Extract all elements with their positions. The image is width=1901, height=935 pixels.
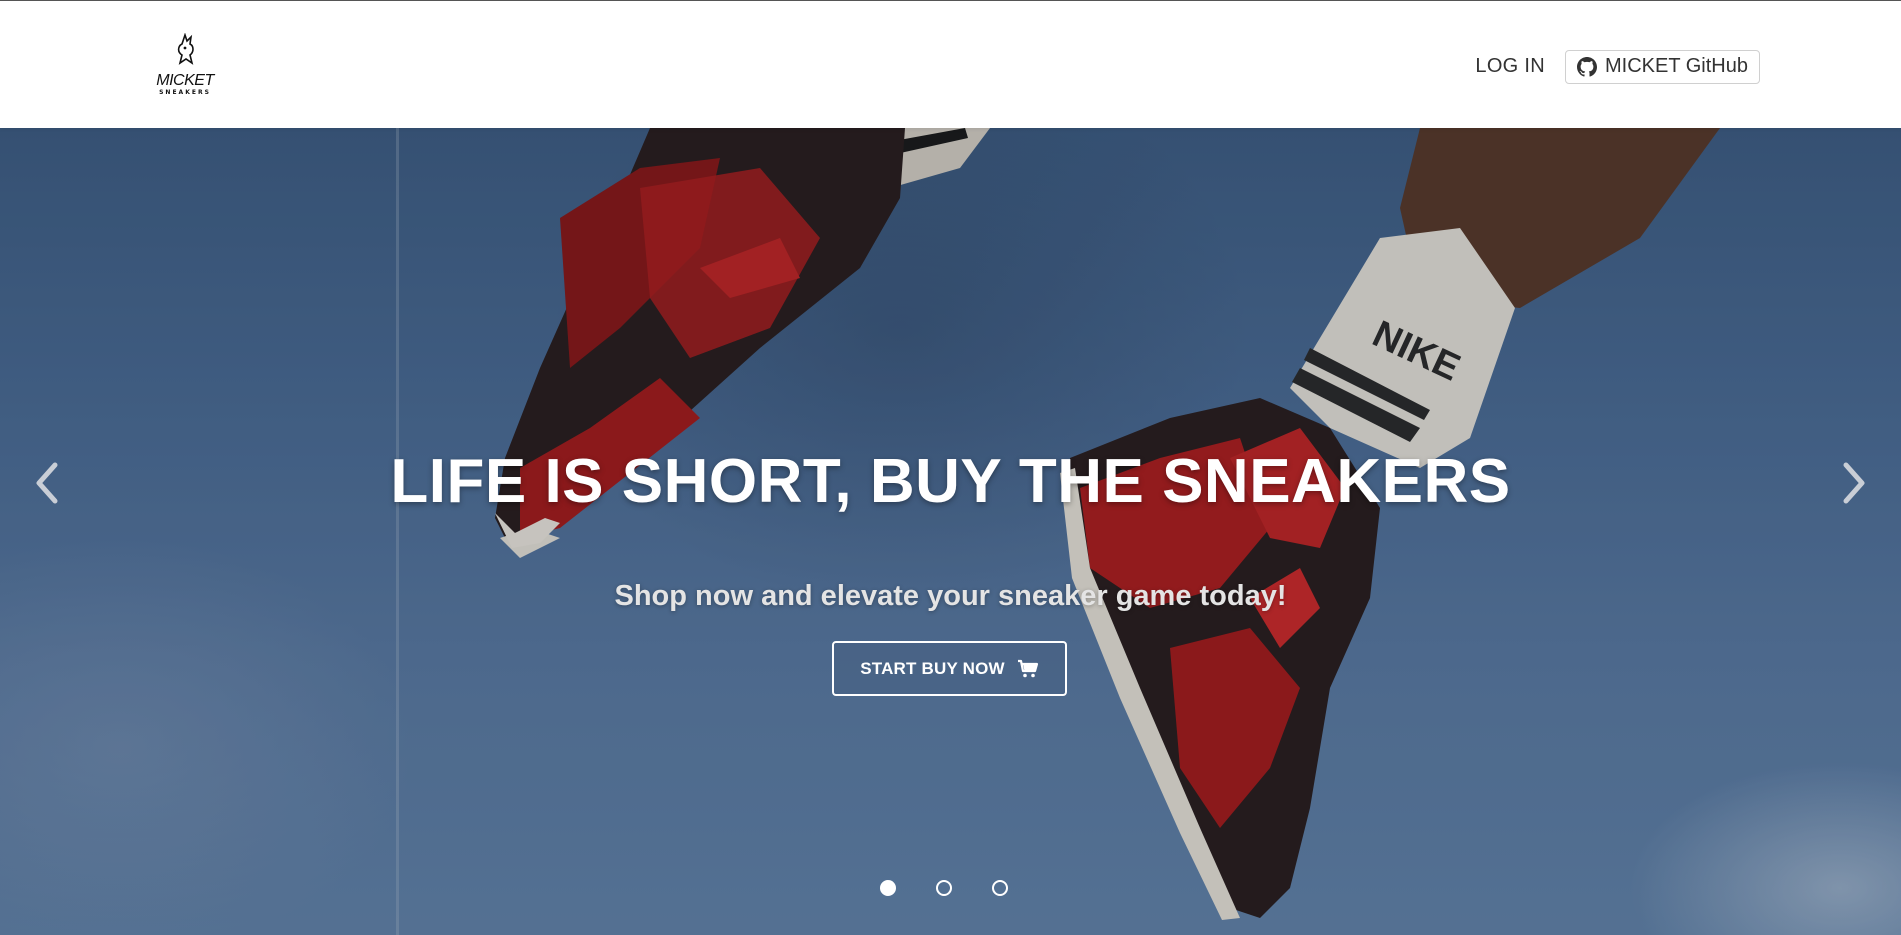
navbar: MICKET SNEAKERS LOG IN MICKET GitHub bbox=[0, 0, 1901, 128]
shopping-cart-icon bbox=[1017, 659, 1038, 677]
github-button[interactable]: MICKET GitHub bbox=[1565, 49, 1760, 84]
start-buy-now-button[interactable]: START BUY NOW bbox=[832, 641, 1067, 696]
carousel-indicators bbox=[880, 880, 1008, 896]
logo-brand-text: MICKET bbox=[156, 72, 214, 89]
nav-actions: LOG IN MICKET GitHub bbox=[1475, 49, 1760, 84]
cta-label: START BUY NOW bbox=[860, 658, 1005, 678]
carousel-indicator[interactable] bbox=[992, 880, 1008, 896]
hero-title: LIFE IS SHORT, BUY THE SNEAKERS bbox=[390, 447, 1511, 516]
carousel-indicator[interactable] bbox=[936, 880, 952, 896]
hero-dark-overlay bbox=[0, 128, 1901, 935]
hero-carousel: NIKE LIFE IS SHORT, BUY THE SNEAKERS Sho… bbox=[0, 128, 1901, 935]
github-icon bbox=[1577, 56, 1597, 77]
github-button-label: MICKET GitHub bbox=[1605, 55, 1748, 77]
login-link[interactable]: LOG IN bbox=[1475, 49, 1545, 84]
hero-subtitle: Shop now and elevate your sneaker game t… bbox=[614, 580, 1287, 612]
site-logo[interactable]: MICKET SNEAKERS bbox=[152, 31, 218, 97]
rabbit-logo-icon bbox=[177, 33, 194, 65]
logo-subtitle-text: SNEAKERS bbox=[159, 89, 211, 96]
carousel-indicator[interactable] bbox=[880, 880, 896, 896]
